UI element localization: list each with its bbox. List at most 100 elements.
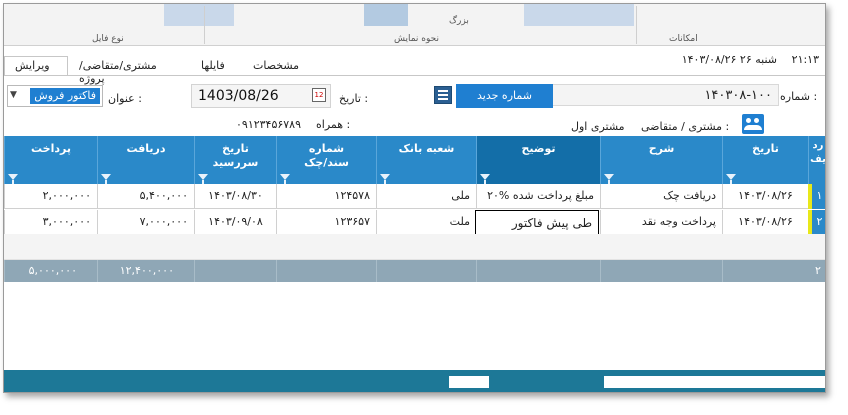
- cell-document-number[interactable]: ۱۲۴۵۷۸: [276, 184, 376, 209]
- row-number[interactable]: ۲: [812, 210, 825, 235]
- calendar-icon[interactable]: 12: [312, 88, 326, 102]
- summary-cell: [376, 260, 476, 282]
- number-label: شماره :: [780, 90, 818, 103]
- ribbon-separator: [204, 6, 205, 44]
- header-document-number-label: شماره سند/چک: [304, 142, 349, 169]
- ribbon-highlight: [524, 4, 634, 26]
- header-received[interactable]: دریافت: [97, 136, 194, 184]
- summary-cell: [276, 260, 376, 282]
- ribbon-highlight: [164, 4, 234, 26]
- cell-paid[interactable]: ۲,۰۰۰,۰۰۰: [4, 184, 97, 209]
- ribbon: بزرگ نوع فایل نحوه نمایش امکانات: [4, 4, 825, 46]
- mobile-value: ۰۹۱۲۳۴۵۶۷۸۹: [236, 118, 301, 131]
- cell-due-date[interactable]: ۱۴۰۳/۰۸/۳۰: [194, 184, 276, 209]
- tab-customer-project[interactable]: مشتری/متقاضی/پروژه: [68, 56, 190, 85]
- row-marker: [808, 210, 812, 235]
- current-date: شنبه ۲۶ ۱۴۰۳/۰۸/۲۶: [681, 53, 777, 66]
- tab-edit[interactable]: ویرایش: [4, 56, 68, 76]
- transactions-grid: رد یف تاریخ شرح توضیح شعبه بانک شماره سن…: [4, 136, 826, 380]
- cell-description[interactable]: پرداخت وجه نقد: [600, 210, 722, 235]
- current-time: ۲۱:۱۳: [791, 53, 819, 66]
- cell-due-date[interactable]: ۱۴۰۳/۰۹/۰۸: [194, 210, 276, 235]
- header-date[interactable]: تاریخ: [722, 136, 808, 184]
- title-select[interactable]: ▼ فاکتور فروش: [7, 85, 103, 107]
- filter-icon[interactable]: [604, 174, 614, 184]
- tab-strip: ویرایش مشتری/متقاضی/پروژه فایلها مشخصات: [4, 56, 384, 85]
- header-paid-label: پرداخت: [31, 142, 71, 155]
- ribbon-separator: [636, 6, 637, 44]
- header-bank-branch[interactable]: شعبه بانک: [376, 136, 476, 184]
- cell-date[interactable]: ۱۴۰۳/۰۸/۲۶: [722, 184, 808, 209]
- summary-cell: [476, 260, 600, 282]
- header-description-label: شرح: [648, 142, 675, 155]
- ribbon-large-label[interactable]: بزرگ: [449, 16, 469, 26]
- header-description[interactable]: شرح: [600, 136, 722, 184]
- ribbon-highlight: [364, 4, 408, 26]
- header-row-number: رد یف: [808, 136, 826, 184]
- grid-summary-footer: ۲ ۱۲,۴۰۰,۰۰۰ ۵,۰۰۰,۰۰۰: [4, 260, 825, 282]
- mobile-label: همراه :: [316, 118, 351, 131]
- filter-icon[interactable]: [726, 174, 736, 184]
- new-row-area[interactable]: [4, 234, 825, 260]
- filter-icon[interactable]: [380, 174, 390, 184]
- row-marker: [808, 184, 812, 209]
- header-date-label: تاریخ: [752, 142, 779, 155]
- ribbon-features-label: امکانات: [669, 34, 698, 44]
- summary-cell: [194, 260, 276, 282]
- date-label: تاریخ :: [339, 92, 369, 105]
- header-due-date-label: تاریخ سررسید: [212, 142, 259, 169]
- customer-icon[interactable]: [742, 114, 764, 134]
- cell-paid[interactable]: ۳,۰۰۰,۰۰۰: [4, 210, 97, 235]
- header-paid[interactable]: پرداخت: [4, 136, 97, 184]
- filter-icon[interactable]: [280, 174, 290, 184]
- chevron-down-icon[interactable]: ▼: [10, 90, 17, 100]
- filter-icon[interactable]: [480, 174, 490, 184]
- grid-empty-space: [4, 282, 825, 378]
- customer-label: مشتری / متقاضی :: [641, 120, 730, 133]
- summary-cell: [722, 260, 808, 282]
- cell-bank-branch[interactable]: ملی: [376, 184, 476, 209]
- new-number-button[interactable]: شماره جدید: [456, 84, 553, 108]
- header-note[interactable]: توضیح: [476, 136, 600, 184]
- number-field[interactable]: ۱۴۰۳۰۸-۱۰۰: [549, 84, 779, 106]
- taskbar-item: [604, 376, 825, 388]
- title-label: عنوان :: [108, 92, 142, 105]
- tab-divider: [4, 75, 825, 76]
- table-row[interactable]: ۲ ۱۴۰۳/۰۸/۲۶ پرداخت وجه نقد طی پیش فاکتو…: [4, 210, 825, 235]
- header-row-number-label: رد یف: [810, 140, 826, 165]
- tab-files[interactable]: فایلها: [190, 56, 242, 76]
- cell-description[interactable]: دریافت چک: [600, 184, 722, 209]
- header-bank-branch-label: شعبه بانک: [398, 142, 455, 155]
- header-received-label: دریافت: [126, 142, 166, 155]
- cell-document-number[interactable]: ۱۲۳۶۵۷: [276, 210, 376, 235]
- ribbon-file-type-label: نوع فایل: [92, 34, 124, 44]
- summary-cell: [600, 260, 722, 282]
- title-selected-value: فاکتور فروش: [30, 88, 100, 104]
- customer-value: مشتری اول: [571, 120, 625, 133]
- filter-icon[interactable]: [198, 174, 208, 184]
- header-document-number[interactable]: شماره سند/چک: [276, 136, 376, 184]
- grid-header: رد یف تاریخ شرح توضیح شعبه بانک شماره سن…: [4, 136, 826, 184]
- taskbar-item: [449, 376, 489, 388]
- tab-properties[interactable]: مشخصات: [242, 56, 324, 76]
- cell-received[interactable]: ۵,۴۰۰,۰۰۰: [97, 184, 194, 209]
- cell-note-editing[interactable]: طی پیش فاکتور: [475, 210, 599, 235]
- bottom-bar: [4, 370, 825, 392]
- date-field[interactable]: 1403/08/26: [191, 84, 331, 108]
- summary-count: ۲: [815, 264, 821, 277]
- filter-icon[interactable]: [8, 174, 18, 184]
- summary-paid-total: ۵,۰۰۰,۰۰۰: [4, 260, 97, 282]
- header-note-label: توضیح: [521, 142, 556, 155]
- ribbon-view-mode-label: نحوه نمایش: [394, 34, 439, 44]
- row-number[interactable]: ۱: [812, 184, 825, 209]
- filter-icon[interactable]: [101, 174, 111, 184]
- table-row[interactable]: ۱ ۱۴۰۳/۰۸/۲۶ دریافت چک ۲۰% مبلغ پرداخت ش…: [4, 184, 825, 209]
- cell-date[interactable]: ۱۴۰۳/۰۸/۲۶: [722, 210, 808, 235]
- cell-note[interactable]: ۲۰% مبلغ پرداخت شده: [476, 184, 600, 209]
- header-due-date[interactable]: تاریخ سررسید: [194, 136, 276, 184]
- cell-received[interactable]: ۷,۰۰۰,۰۰۰: [97, 210, 194, 235]
- cell-bank-branch[interactable]: ملت: [376, 210, 476, 235]
- summary-received-total: ۱۲,۴۰۰,۰۰۰: [97, 260, 194, 282]
- app-window: بزرگ نوع فایل نحوه نمایش امکانات ۲۱:۱۳ ش…: [3, 3, 826, 393]
- calculator-icon[interactable]: [434, 86, 452, 104]
